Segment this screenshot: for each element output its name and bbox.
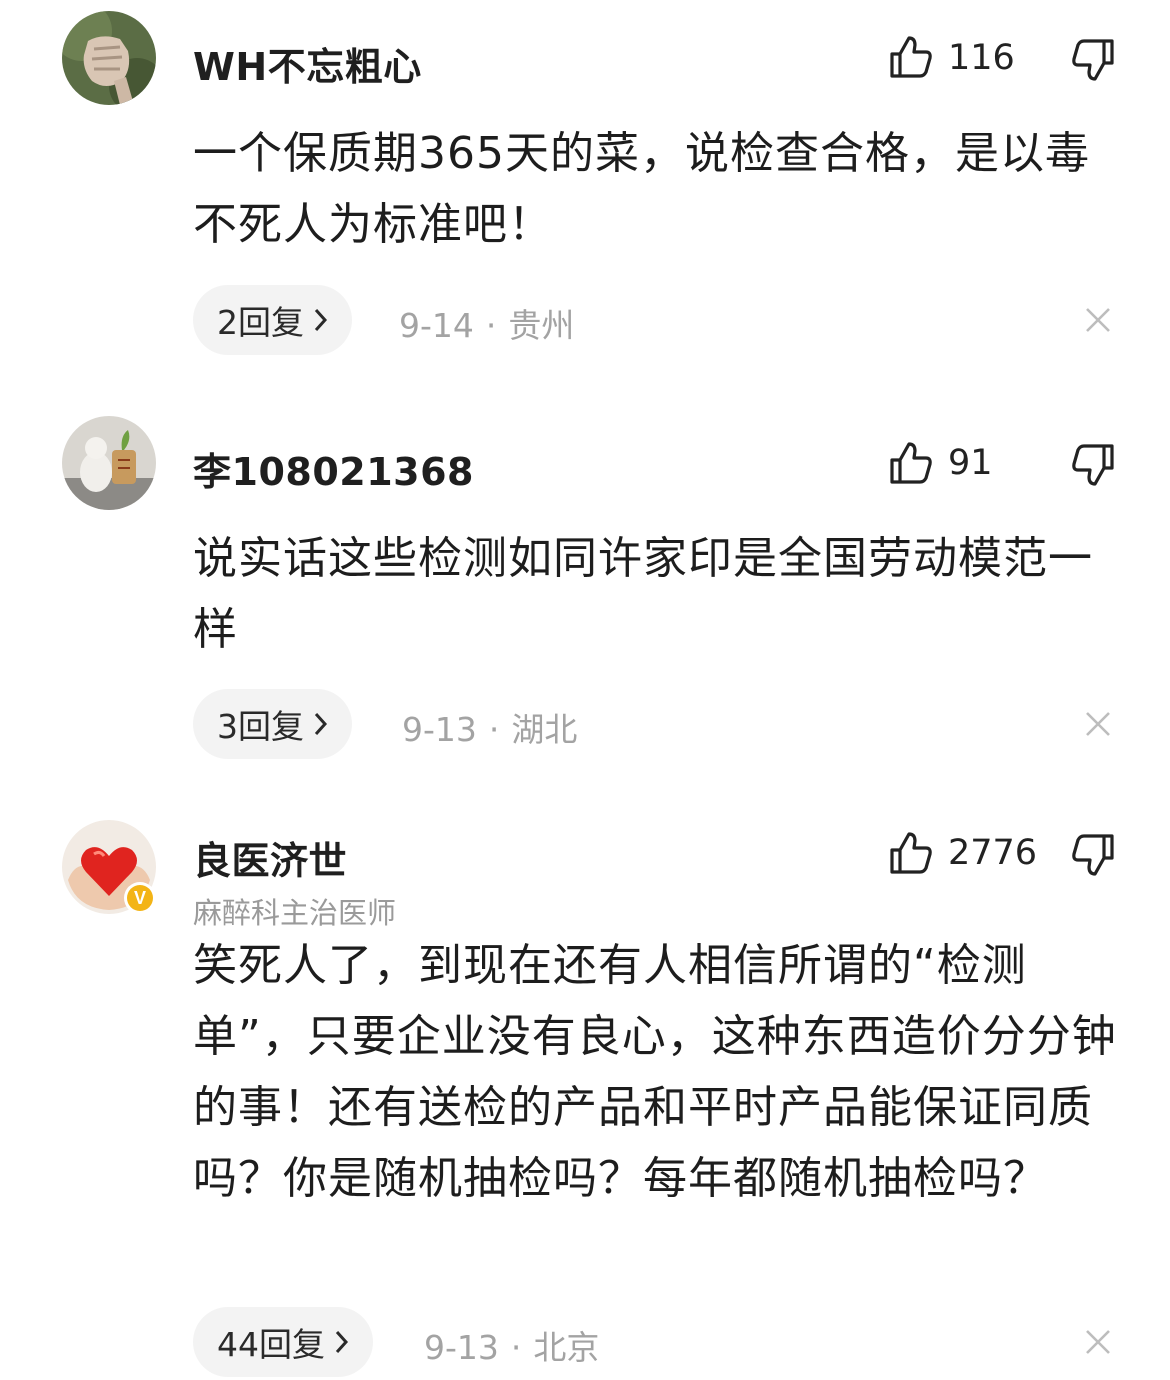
username[interactable]: 良医济世 (193, 830, 347, 885)
thumbs-up-icon[interactable] (888, 34, 934, 80)
verified-v-label: V (127, 885, 153, 911)
comment-date: 9-13 (424, 1328, 499, 1367)
username[interactable]: 李108021368 (193, 441, 474, 496)
fist-photo-avatar-icon (62, 11, 156, 105)
replies-count: 44回复 (217, 1325, 325, 1364)
comment-location: 贵州 (508, 306, 575, 345)
comment-meta: 9-14 · 贵州 (399, 299, 574, 347)
comment-location: 北京 (533, 1328, 600, 1367)
like-count: 116 (948, 38, 1015, 78)
replies-count: 3回复 (217, 707, 304, 746)
chevron-right-icon (314, 308, 328, 332)
close-icon[interactable] (1083, 305, 1113, 335)
meta-separator: · (510, 1328, 522, 1367)
verified-badge: V (124, 882, 156, 914)
comment-meta: 9-13 · 湖北 (402, 703, 577, 751)
comment-date: 9-14 (399, 306, 474, 345)
like-count: 2776 (948, 833, 1038, 873)
figurine-photo-avatar-icon (62, 416, 156, 510)
username[interactable]: WH不忘粗心 (193, 36, 422, 91)
thumbs-down-icon[interactable] (1068, 832, 1116, 878)
thumbs-down-icon[interactable] (1068, 37, 1116, 83)
replies-button[interactable]: 2回复 (193, 285, 352, 355)
chevron-right-icon (335, 1330, 349, 1354)
comment-location: 湖北 (511, 710, 578, 749)
chevron-right-icon (314, 712, 328, 736)
thumbs-up-icon[interactable] (888, 830, 934, 876)
comment-text: 说实话这些检测如同许家印是全国劳动模范一样 (193, 533, 1093, 655)
comment-text: 笑死人了，到现在还有人相信所谓的“检测单”，只要企业没有良心，这种东西造价分分钟… (193, 940, 1117, 1204)
replies-button[interactable]: 3回复 (193, 689, 352, 759)
replies-button[interactable]: 44回复 (193, 1307, 373, 1377)
comment-meta: 9-13 · 北京 (424, 1321, 599, 1369)
user-title: 麻醉科主治医师 (193, 896, 397, 930)
user-avatar[interactable] (62, 11, 156, 105)
comment-text: 一个保质期365天的菜，说检查合格，是以毒不死人为标准吧！ (193, 128, 1090, 250)
comment-date: 9-13 (402, 710, 477, 749)
thumbs-down-icon[interactable] (1068, 442, 1116, 488)
close-icon[interactable] (1083, 709, 1113, 739)
replies-count: 2回复 (217, 303, 304, 342)
meta-separator: · (488, 710, 500, 749)
meta-separator: · (485, 306, 497, 345)
user-avatar[interactable]: V (62, 820, 156, 914)
thumbs-up-icon[interactable] (888, 440, 934, 486)
close-icon[interactable] (1083, 1327, 1113, 1357)
like-count: 91 (948, 443, 993, 483)
user-avatar[interactable] (62, 416, 156, 510)
